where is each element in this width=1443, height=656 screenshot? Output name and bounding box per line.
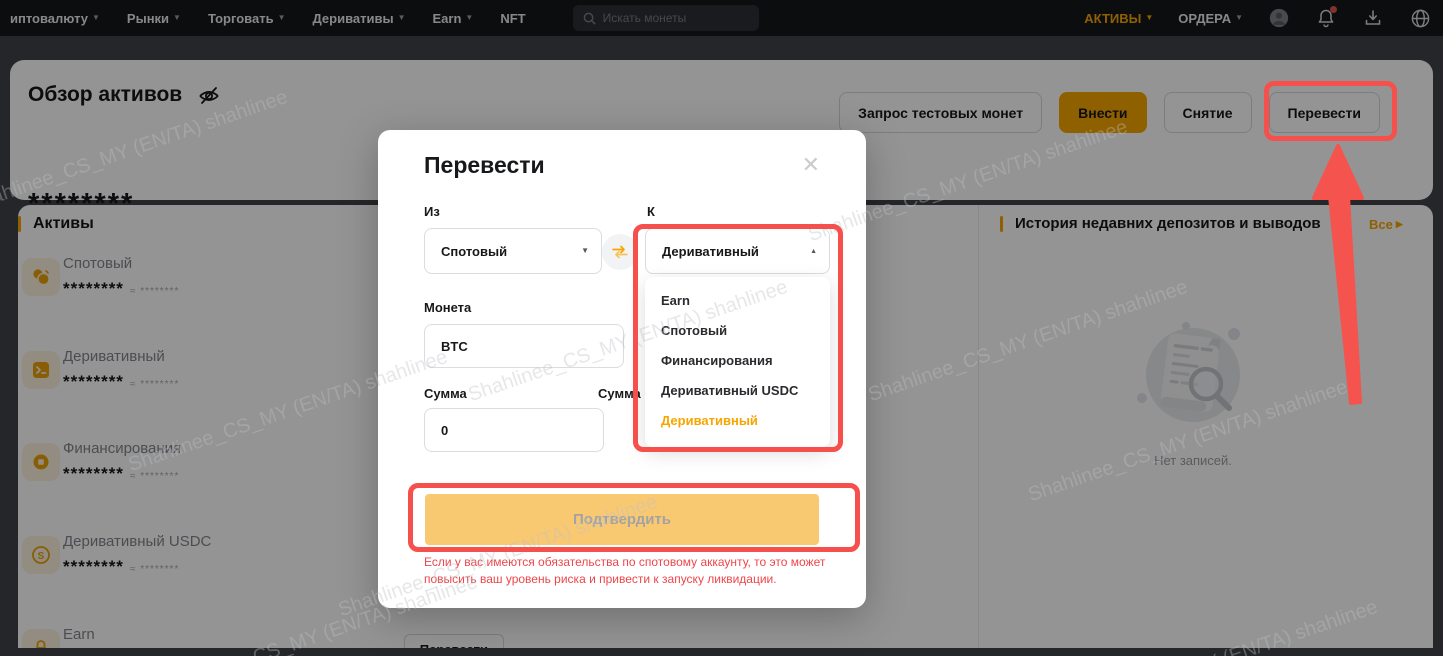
dropdown-option-funding[interactable]: Финансирования [645,346,830,376]
modal-title: Перевести [424,152,545,179]
coin-label: Монета [424,300,471,315]
dropdown-option-spot[interactable]: Спотовый [645,316,830,346]
to-account-dropdown: Earn Спотовый Финансирования Деривативны… [645,277,830,447]
app-window: иптовалюту▼ Рынки▼ Торговать▼ Деривативы… [0,0,1443,656]
from-label: Из [424,204,440,219]
dropdown-option-derivatives-usdc[interactable]: Деривативный USDC [645,376,830,406]
close-icon[interactable]: ✕ [802,154,820,176]
swap-icon [611,245,629,259]
swap-direction-button[interactable] [602,234,638,270]
from-account-select[interactable]: Спотовый▼ [424,228,602,274]
amount-input[interactable] [424,408,604,452]
confirm-button[interactable]: Подтвердить [425,494,819,545]
available-amount-label: Сумма [598,386,641,401]
transfer-modal: Перевести ✕ Из К Спотовый▼ Деривативный▲… [378,130,866,608]
to-account-select[interactable]: Деривативный▲ [645,228,830,274]
dropdown-option-derivatives[interactable]: Деривативный [645,406,830,436]
chevron-down-icon: ▼ [581,247,589,255]
coin-input[interactable] [424,324,624,368]
risk-warning-text: Если у вас имеются обязательства по спот… [424,554,830,588]
chevron-up-icon: ▲ [810,248,817,255]
dropdown-option-earn[interactable]: Earn [645,286,830,316]
amount-label: Сумма [424,386,467,401]
to-label: К [647,204,655,219]
